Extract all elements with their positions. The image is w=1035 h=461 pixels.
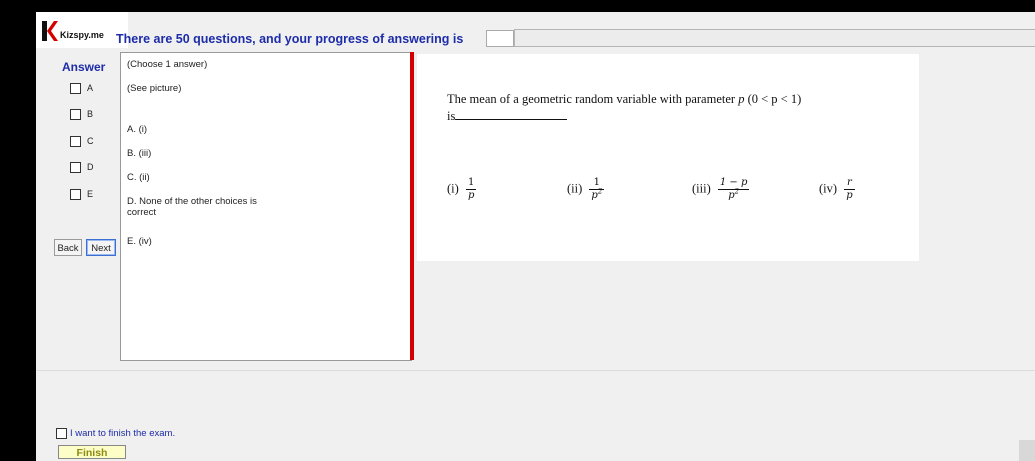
answer-option-label: D <box>87 162 94 172</box>
checkbox-icon[interactable] <box>56 428 67 439</box>
choice-d-continued: correct <box>127 207 157 218</box>
alternative-ii: (ii) 1 p2 <box>567 177 605 202</box>
denominator: p <box>846 190 853 201</box>
answer-option-b[interactable]: B <box>70 109 94 121</box>
back-button[interactable]: Back <box>54 239 82 256</box>
alternative-iv: (iv) r p <box>819 177 855 202</box>
answer-option-e[interactable]: E <box>70 189 94 201</box>
scrollbar-corner[interactable] <box>1019 440 1035 461</box>
fraction: 1 p <box>465 177 477 202</box>
progress-bar <box>514 29 1035 47</box>
choices-panel: (Choose 1 answer) (See picture) A. (i) B… <box>120 52 412 361</box>
denominator: p <box>467 190 475 201</box>
question-text: The mean of a geometric random variable … <box>447 91 917 125</box>
brand-name: Kizspy.me <box>60 30 104 40</box>
answer-option-label: C <box>87 136 94 146</box>
answer-option-a[interactable]: A <box>70 83 94 95</box>
alternative-label: (i) <box>447 181 459 196</box>
progress-count-box <box>486 30 514 47</box>
denominator-exponent: 2 <box>734 187 740 196</box>
exam-window: Kizspy.me There are 50 questions, and yo… <box>36 12 1035 461</box>
fraction: 1 p2 <box>589 177 605 202</box>
brand-logo: Kizspy.me <box>36 12 128 48</box>
footer-divider <box>36 370 1035 371</box>
alternative-i: (i) 1 p <box>447 177 477 202</box>
choice-c: C. (ii) <box>127 172 150 183</box>
instruction-text: (Choose 1 answer) <box>127 59 208 70</box>
k-logo-icon <box>42 21 58 41</box>
denominator: p2 <box>718 187 750 202</box>
question-param: p <box>738 92 745 106</box>
numerator: 1 <box>465 177 477 190</box>
answer-option-d[interactable]: D <box>70 162 94 174</box>
choice-e: E. (iv) <box>127 236 152 247</box>
answer-option-label: B <box>87 109 94 119</box>
checkbox-icon[interactable] <box>70 189 81 201</box>
choice-a: A. (i) <box>127 124 148 135</box>
finish-exam-label: I want to finish the exam. <box>70 428 176 440</box>
finish-button[interactable]: Finish <box>58 445 126 459</box>
answer-option-c[interactable]: C <box>70 136 94 148</box>
fraction: r p <box>844 177 855 202</box>
alternative-label: (iii) <box>692 181 711 196</box>
question-line2: is <box>447 109 456 123</box>
numerator: r <box>844 177 855 190</box>
answer-blank <box>455 108 568 120</box>
finish-exam-checkbox[interactable]: I want to finish the exam. <box>56 428 175 439</box>
checkbox-icon[interactable] <box>70 109 81 121</box>
choice-d: D. None of the other choices is <box>127 196 257 207</box>
alternative-label: (iv) <box>819 181 838 196</box>
choice-b: B. (iii) <box>127 148 152 159</box>
question-line1: The mean of a geometric random variable … <box>447 92 736 106</box>
answer-option-label: E <box>87 189 94 199</box>
denominator-exponent: 2 <box>597 187 603 196</box>
checkbox-icon[interactable] <box>70 162 81 174</box>
fraction: 1 − p p2 <box>717 177 750 202</box>
checkbox-icon[interactable] <box>70 83 81 95</box>
alternative-label: (ii) <box>567 181 583 196</box>
panel-divider[interactable] <box>410 52 414 360</box>
checkbox-icon[interactable] <box>70 136 81 148</box>
answer-option-label: A <box>87 83 94 93</box>
question-picture: The mean of a geometric random variable … <box>417 54 919 261</box>
next-button[interactable]: Next <box>86 239 116 256</box>
alternative-iii: (iii) 1 − p p2 <box>692 177 750 202</box>
denominator: p2 <box>589 187 604 202</box>
progress-label: There are 50 questions, and your progres… <box>116 32 464 46</box>
see-picture-text: (See picture) <box>127 83 182 94</box>
question-condition: (0 < p < 1) <box>747 92 802 106</box>
answer-title: Answer <box>62 60 106 74</box>
